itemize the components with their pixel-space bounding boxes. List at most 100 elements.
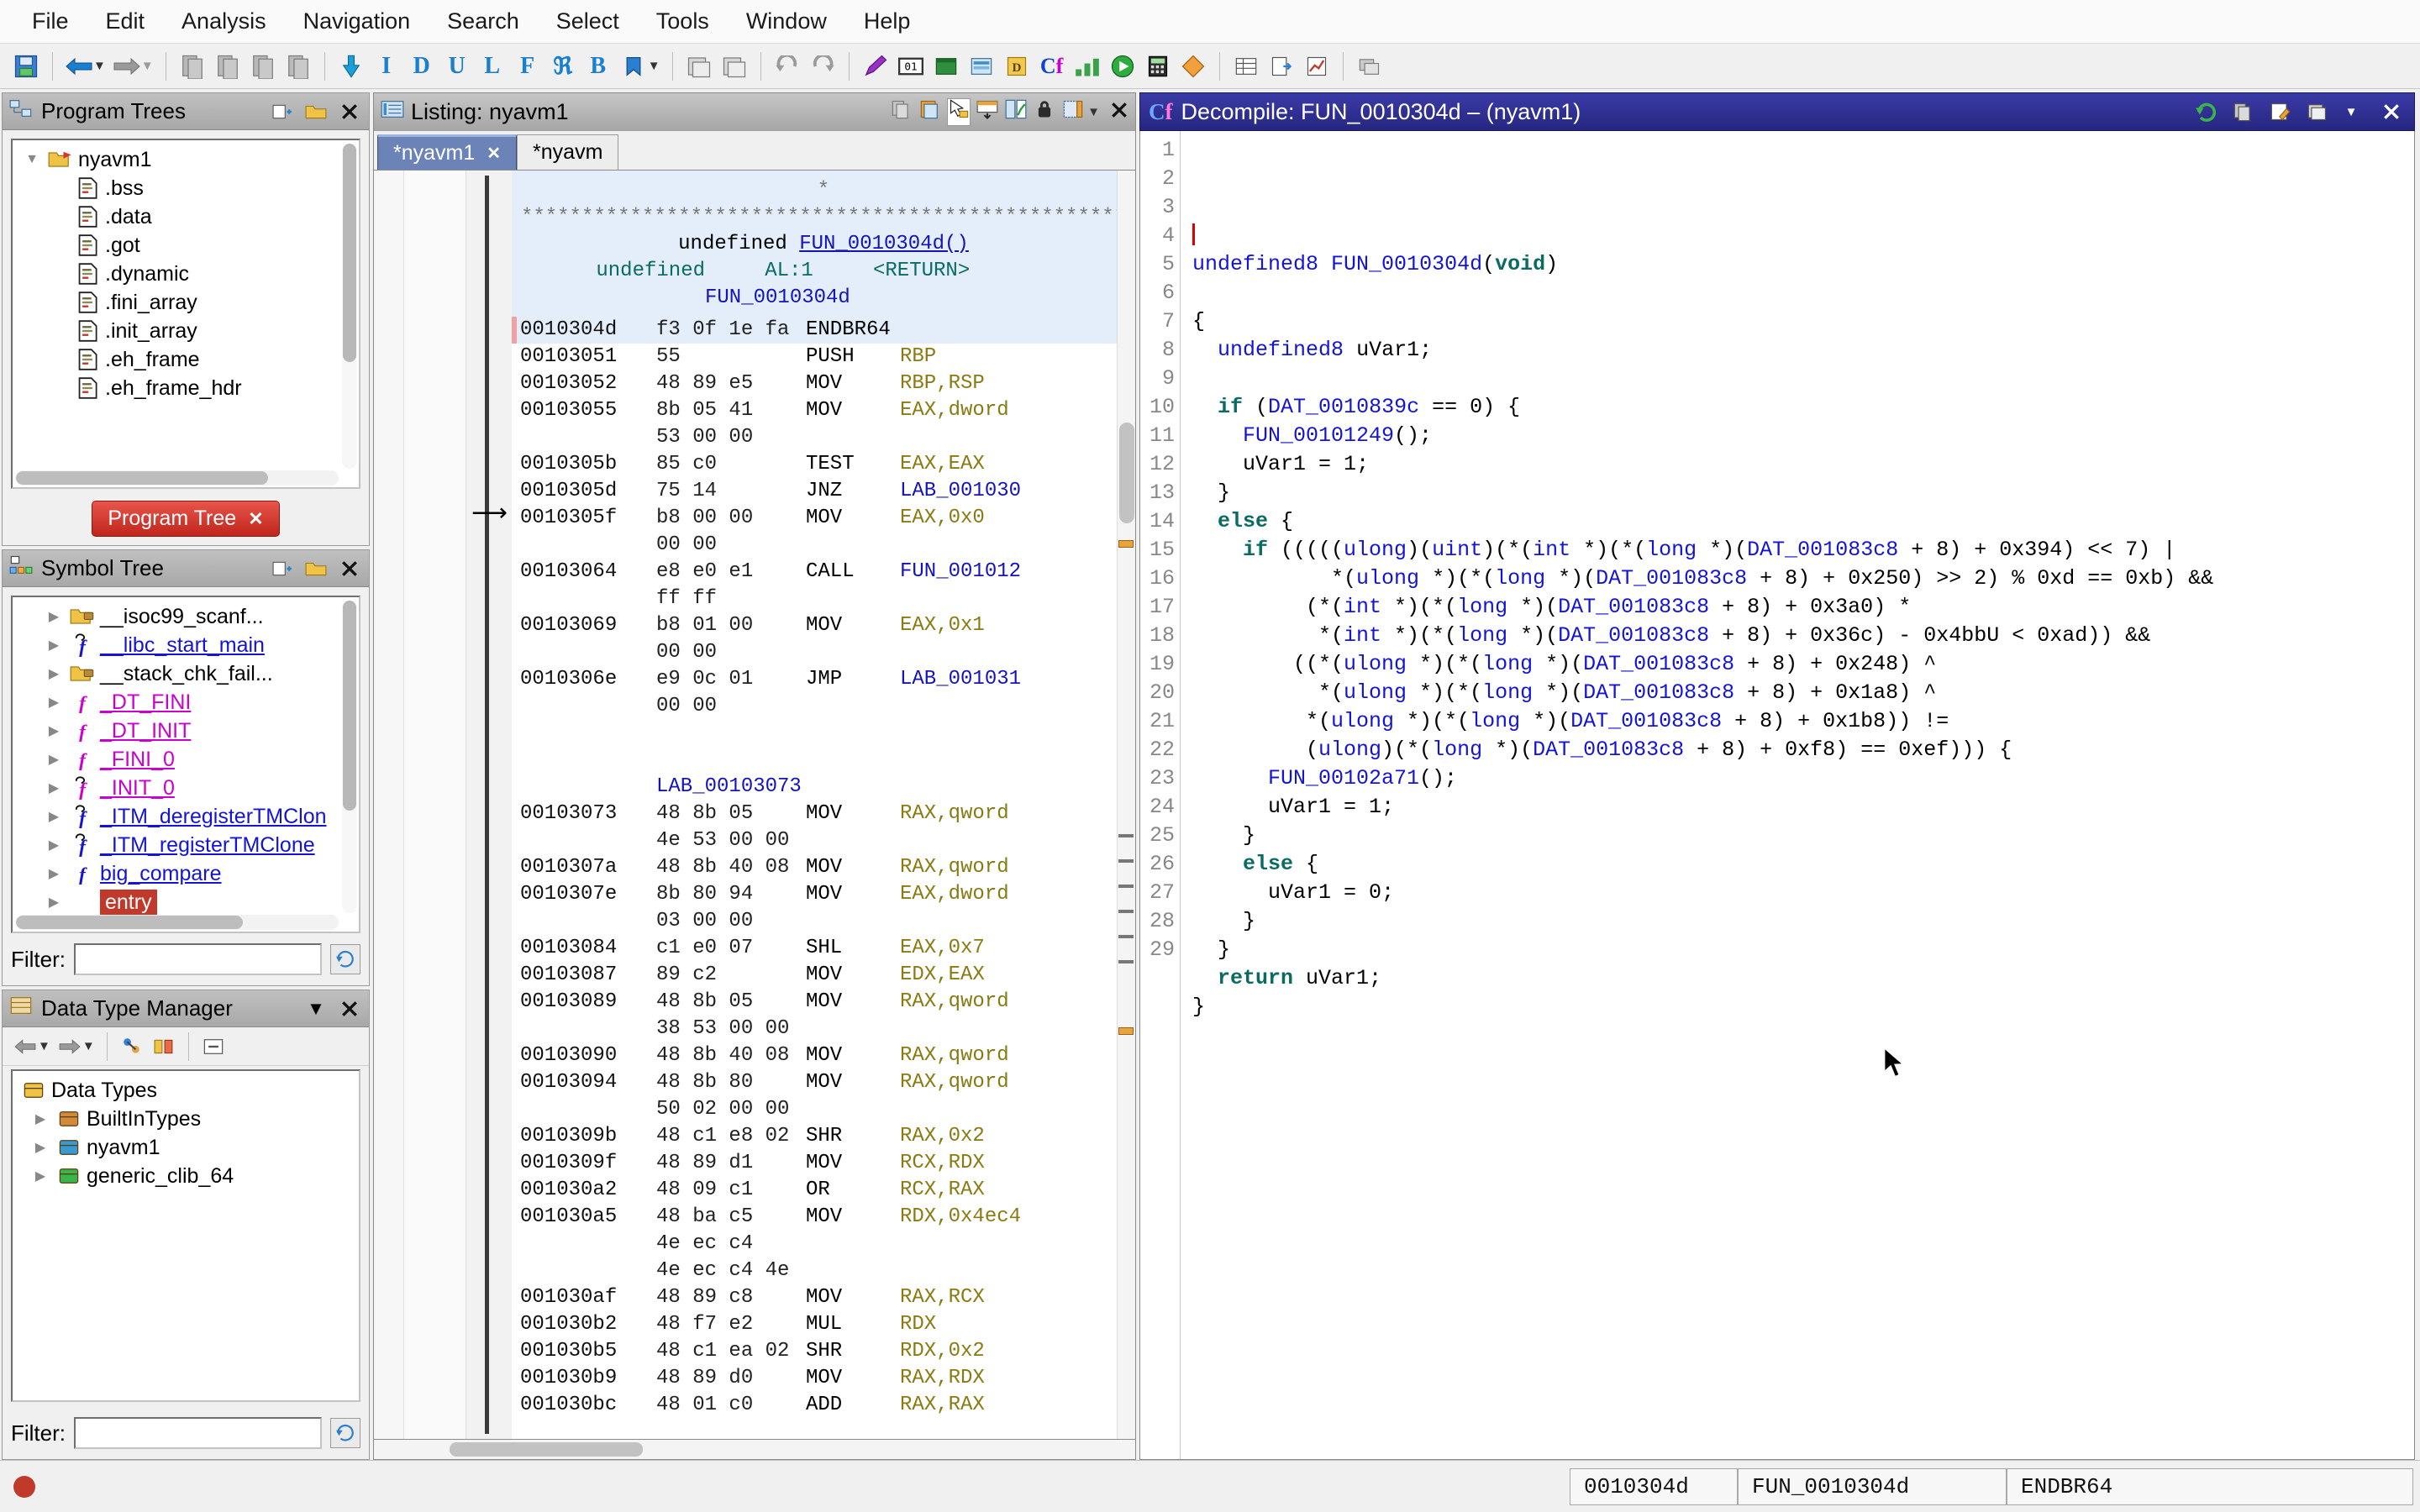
decompile-code-line[interactable]: (*(int *)(*(long *)(DAT_001083c8 + 8) + … [1192,593,2414,622]
diamond-icon[interactable] [1176,49,1211,84]
decompile-content[interactable]: 1 2 3 4 5 6 7 8 9 10 11 12 13 14 15 16 17 18 19 20 21 22 23 24 2… [1139,131,2415,1460]
symbol-tree-item[interactable]: ▶ f big_compare [13,859,359,888]
decompile-code-line[interactable]: if (DAT_0010839c == 0) { [1192,393,2414,422]
asm-row[interactable]: 001030a2 48 09 c1 OR RCX,RAX [512,1177,1135,1204]
asm-row[interactable]: 4e 53 00 00 [512,827,1135,854]
program-tree-tab[interactable]: Program Tree ✕ [92,501,280,537]
decompile-code[interactable]: undefined8 FUN_0010304d(void) { undefined… [1181,131,2414,1459]
asm-row[interactable]: 00103084 c1 e0 07 SHL EAX,0x7 [512,935,1135,962]
asm-row[interactable]: 4e ec c4 4e [512,1257,1135,1284]
chevron-right-icon[interactable]: ▶ [43,608,65,625]
symbol-tree-item[interactable]: ▶ f _DT_INIT [13,717,359,745]
tree-node[interactable]: .data [13,202,359,231]
asm-row[interactable]: 53 00 00 [512,424,1135,451]
decompile-code-line[interactable] [1192,1021,2414,1050]
asm-row[interactable]: 00103073 48 8b 05 MOV RAX,qword [512,801,1135,827]
decompile-code-line[interactable]: uVar1 = 0; [1192,879,2414,907]
export-icon[interactable] [1264,49,1299,84]
dtm-filter-options-icon[interactable] [330,1418,360,1448]
asm-row[interactable]: 00103094 48 8b 80 MOV RAX,qword [512,1069,1135,1096]
data-type-tree-view[interactable]: Data Types ▶ BuiltInTypes ▶ nyavm1 ▶ generic_c… [11,1069,360,1402]
undo-icon[interactable] [770,49,805,84]
symbol-tree-item[interactable]: ▶ __stack_chk_fail... [13,659,359,688]
chevron-right-icon[interactable]: ▶ [43,722,65,739]
decompile-code-line[interactable]: } [1192,936,2414,964]
menu-item-window[interactable]: Window [728,5,845,38]
decompile-code-line[interactable]: FUN_00101249(); [1192,422,2414,450]
redo-icon[interactable] [805,49,840,84]
window-icon[interactable] [929,49,964,84]
asm-row[interactable]: 0010305f b8 00 00 MOV EAX,0x0 [512,505,1135,532]
symbol-tree-item[interactable]: ▶ f entry [13,888,359,916]
asm-row[interactable]: 38 53 00 00 [512,1016,1135,1042]
back-arrow-icon[interactable] [61,49,97,84]
run-icon[interactable] [1105,49,1140,84]
down-arrow-icon[interactable] [334,49,369,84]
datatype-node[interactable]: ▶ generic_clib_64 [13,1162,359,1190]
chevron-down-icon[interactable]: ▼ [21,152,43,167]
decompile-code-line[interactable]: { [1192,307,2414,336]
asm-row[interactable]: 00103064 e8 e0 e1 CALL FUN_001012 [512,559,1135,585]
graph-icon[interactable] [1070,49,1105,84]
decompile-code-line[interactable]: *(ulong *)(*(long *)(DAT_001083c8 + 8) +… [1192,679,2414,707]
edit-icon[interactable] [2266,97,2295,126]
chevron-right-icon[interactable]: ▶ [43,865,65,882]
collapse-icon[interactable] [197,1031,229,1063]
layout-dropdown-icon[interactable]: ▼ [1087,105,1100,119]
asm-row[interactable]: 00103055 8b 05 41 MOV EAX,dword [512,397,1135,424]
forward-icon[interactable] [54,1031,86,1063]
symbol-tree-view[interactable]: ▶ __isoc99_scanf... ▶ f __libc_start_main ▶ __… [11,596,360,933]
table-icon[interactable] [1228,49,1264,84]
assembly-listing[interactable]: * **************************************… [512,171,1135,1439]
decompile-code-line[interactable]: uVar1 = 1; [1192,793,2414,822]
asm-row[interactable]: 00103087 89 c2 MOV EDX,EAX [512,962,1135,989]
decompile-code-line[interactable]: *(ulong *)(*(long *)(DAT_001083c8 + 8) +… [1192,564,2414,593]
listing-hscrollbar[interactable] [373,1440,1136,1460]
tree-node[interactable]: .bss [13,174,359,202]
datatype-node[interactable]: ▶ nyavm1 [13,1133,359,1162]
asm-row[interactable]: 00103069 b8 01 00 MOV EAX,0x1 [512,612,1135,639]
create-icon[interactable] [270,556,295,581]
menu-item-tools[interactable]: Tools [638,5,728,38]
close-icon[interactable] [337,556,362,581]
save-icon[interactable] [8,49,44,84]
asm-row[interactable]: 001030b9 48 89 d0 MOV RAX,RDX [512,1365,1135,1392]
symbol-tree-item[interactable]: ▶ f _ITM_deregisterTMClon [13,802,359,831]
asm-row[interactable]: 001030af 48 89 c8 MOV RAX,RCX [512,1284,1135,1311]
new-tree-icon[interactable] [270,99,295,124]
chevron-right-icon[interactable]: ▶ [43,665,65,682]
copy-icon[interactable] [2229,97,2258,126]
asm-row[interactable]: 0010307e 8b 80 94 MOV EAX,dword [512,881,1135,908]
asm-row[interactable]: 001030bc 48 01 c0 ADD RAX,RAX [512,1392,1135,1419]
asm-row[interactable]: ff ff [512,585,1135,612]
decompile-code-line[interactable]: ((*(ulong *)(*(long *)(DAT_001083c8 + 8)… [1192,650,2414,679]
asm-row[interactable]: 50 02 00 00 [512,1096,1135,1123]
tree-node[interactable]: .eh_frame [13,345,359,374]
decompile-code-line[interactable]: if (((((ulong)(uint)(*(int *)(*(long *)(… [1192,536,2414,564]
asm-row[interactable]: 0010309f 48 89 d1 MOV RCX,RDX [512,1150,1135,1177]
decompile-code-line[interactable]: undefined8 uVar1; [1192,336,2414,365]
menu-item-edit[interactable]: Edit [87,5,164,38]
asm-row[interactable]: 0010305b 85 c0 TEST EAX,EAX [512,451,1135,478]
asm-row[interactable]: 00103089 48 8b 05 MOV RAX,qword [512,989,1135,1016]
copy-snapshot-icon[interactable] [717,49,752,84]
asm-row[interactable]: 00 00 [512,693,1135,720]
decompile-code-line[interactable]: } [1192,993,2414,1021]
menu-item-file[interactable]: File [13,5,87,38]
label-icon[interactable]: L [475,49,510,84]
data-icon[interactable]: D [404,49,439,84]
refresh-window-icon[interactable] [1352,49,1387,84]
decompile-code-line[interactable]: return uVar1; [1192,964,2414,993]
bytes-icon[interactable]: B [581,49,616,84]
chevron-right-icon[interactable]: ▶ [43,637,65,654]
calculator-icon[interactable] [1140,49,1176,84]
bookmark-icon[interactable] [616,49,651,84]
asm-row[interactable]: 0010307a 48 8b 40 08 MOV RAX,qword [512,854,1135,881]
close-icon[interactable] [337,996,362,1021]
decompile-code-line[interactable]: *(int *)(*(long *)(DAT_001083c8 + 8) + 0… [1192,622,2414,650]
chevron-right-icon[interactable]: ▶ [29,1139,51,1156]
snapshot-icon[interactable] [2303,97,2332,126]
chevron-right-icon[interactable]: ▶ [43,694,65,711]
cfunction-icon[interactable]: Cf [1034,49,1070,84]
decompile-code-line[interactable]: *(ulong *)(*(long *)(DAT_001083c8 + 8) +… [1192,707,2414,736]
